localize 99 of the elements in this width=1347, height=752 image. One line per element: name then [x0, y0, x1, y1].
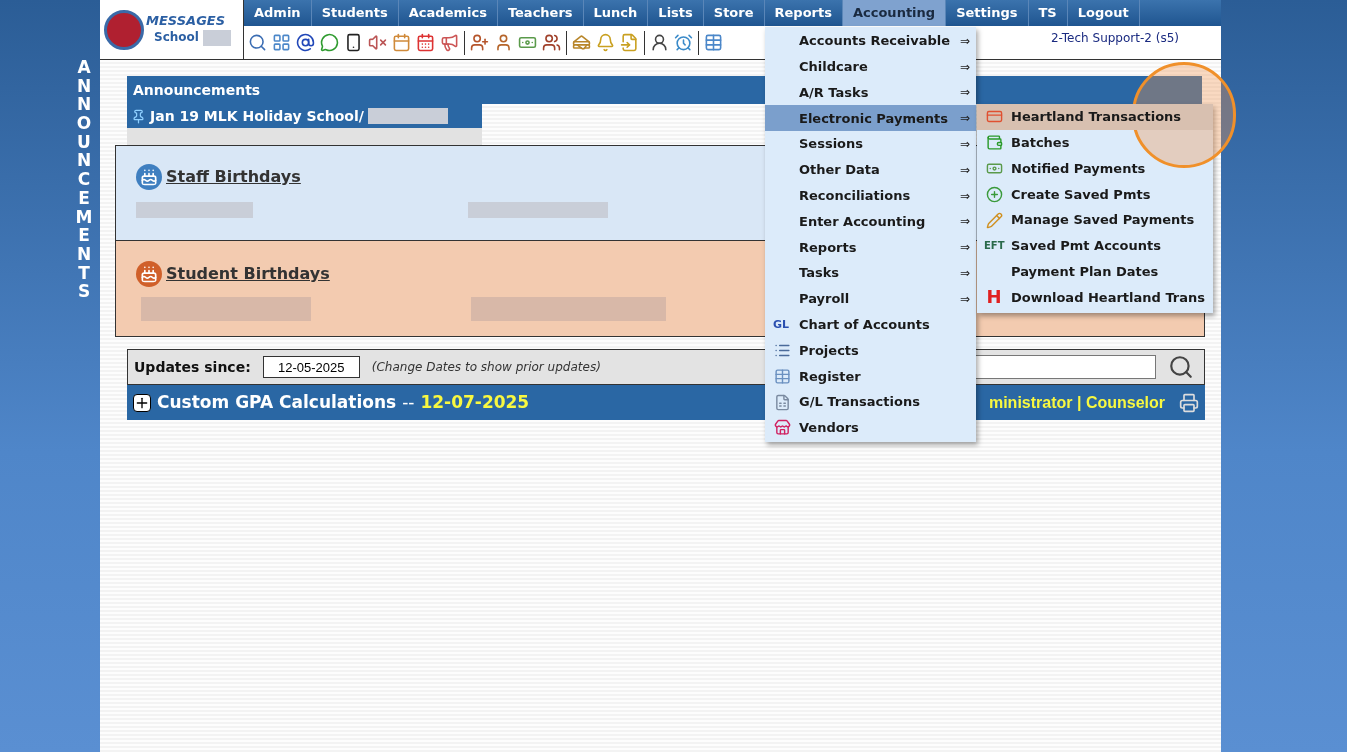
search-icon[interactable] — [248, 33, 267, 52]
submenu-item[interactable]: Manage Saved Payments — [977, 207, 1213, 233]
bell-icon[interactable] — [596, 33, 615, 52]
eft-icon: EFT — [984, 240, 1004, 251]
nav-tab[interactable]: Accounting — [842, 0, 947, 26]
nav-tab[interactable]: Lunch — [583, 0, 649, 26]
submenu-item[interactable]: Create Saved Pmts — [977, 181, 1213, 208]
submenu-item[interactable]: Payment Plan Dates — [977, 258, 1213, 285]
menu-item[interactable]: Tasks ⇒ — [765, 260, 976, 286]
person-icon[interactable] — [650, 33, 669, 52]
money-bag-icon — [985, 134, 1003, 152]
submenu-arrow: ⇒ — [959, 161, 970, 179]
pencil-icon — [985, 211, 1003, 229]
at-sign-icon[interactable] — [296, 33, 315, 52]
nav-tab[interactable]: TS — [1028, 0, 1068, 26]
mute-icon[interactable] — [368, 33, 387, 52]
user-add-icon[interactable] — [470, 33, 489, 52]
nav-tab[interactable]: Logout — [1067, 0, 1140, 26]
logo-brand: MESSAGES — [146, 13, 227, 30]
gpa-title[interactable]: Custom GPA Calculations — [157, 389, 397, 416]
nav-tab[interactable]: Settings — [946, 0, 1029, 26]
cake-icon — [136, 164, 162, 190]
updates-hint: (Change Dates to show prior updates) — [371, 359, 601, 376]
submenu-arrow: ⇒ — [959, 136, 970, 154]
submenu-arrow: ⇒ — [959, 110, 970, 128]
user-label: 2-Tech Support-2 (s5) — [1050, 30, 1179, 47]
menu-item[interactable]: G/L Transactions — [765, 389, 976, 415]
logo-school: School — [154, 30, 199, 46]
ledger-icon — [773, 393, 791, 411]
submenu-item[interactable]: H Download Heartland Trans — [977, 284, 1213, 311]
menu-item[interactable]: Vendors — [765, 414, 976, 441]
add-circle-icon — [985, 185, 1003, 203]
submenu-item[interactable]: Notified Payments — [977, 155, 1213, 182]
submenu-arrow: ⇒ — [959, 84, 970, 102]
nav-tab[interactable]: Academics — [398, 0, 498, 26]
announcements-title: Announcements — [133, 80, 261, 100]
student-birthdays-link[interactable]: Student Birthdays — [166, 262, 330, 286]
menu-item[interactable]: Payroll ⇒ — [765, 285, 976, 312]
pin-icon — [131, 108, 146, 124]
submenu-arrow: ⇒ — [959, 58, 970, 76]
chat-icon[interactable] — [320, 33, 339, 52]
printer-icon[interactable] — [1179, 392, 1199, 413]
menu-item[interactable]: GL Chart of Accounts — [765, 311, 976, 338]
grid-icon[interactable] — [272, 33, 291, 52]
cake-icon — [136, 261, 162, 287]
nav-tab[interactable]: Store — [703, 0, 765, 26]
calendar-icon[interactable] — [416, 33, 435, 52]
note-arrow-icon[interactable] — [620, 33, 639, 52]
submenu-arrow: ⇒ — [959, 187, 970, 205]
store-icon — [773, 419, 791, 437]
submenu-arrow: ⇒ — [959, 32, 970, 50]
menu-item[interactable]: Sessions ⇒ — [765, 131, 976, 157]
h-icon: H — [985, 288, 1003, 307]
expand-icon[interactable] — [133, 393, 151, 412]
nav-tab[interactable]: Reports — [764, 0, 843, 26]
nav-tab[interactable]: Teachers — [497, 0, 584, 26]
gpa-date: 12-07-2025 — [420, 390, 530, 414]
updates-label: Updates since: — [134, 357, 251, 377]
table-icon[interactable] — [704, 33, 723, 52]
menu-item[interactable]: Register — [765, 363, 976, 390]
announcement-item[interactable]: Jan 19 MLK Holiday School/ — [127, 104, 482, 128]
megaphone-icon[interactable] — [440, 33, 459, 52]
date-field[interactable]: 12-05-2025 — [262, 356, 360, 378]
nav-tab[interactable]: Lists — [648, 0, 704, 26]
vertical-announcements-label: ANNOUNCEMENTS — [75, 58, 93, 304]
logo[interactable]: MESSAGES School — [100, 0, 243, 59]
separator-text: -- — [402, 390, 415, 414]
calendar-icon[interactable] — [392, 33, 411, 52]
staff-birthdays-link[interactable]: Staff Birthdays — [166, 165, 301, 189]
user-icon[interactable] — [494, 33, 513, 52]
menu-item[interactable]: Other Data ⇒ — [765, 157, 976, 183]
gl-icon: GL — [773, 319, 791, 331]
submenu-arrow: ⇒ — [959, 290, 970, 308]
announcement-title: Jan 19 MLK Holiday School/ — [150, 106, 364, 126]
sandwich-icon[interactable] — [572, 33, 591, 52]
menu-item[interactable]: A/R Tasks ⇒ — [765, 79, 976, 106]
phone-icon[interactable] — [344, 33, 363, 52]
menu-item[interactable]: Reconciliations ⇒ — [765, 182, 976, 209]
menu-item[interactable]: Childcare ⇒ — [765, 53, 976, 80]
nav-tab[interactable]: Students — [311, 0, 399, 26]
nav-tab[interactable]: Admin — [244, 0, 312, 26]
menu-item[interactable]: Accounts Receivable ⇒ — [765, 28, 976, 54]
users-icon[interactable] — [542, 33, 561, 52]
search-icon[interactable] — [1168, 354, 1194, 380]
roles-text: ministrator | Counselor — [988, 392, 1165, 413]
table-icon — [773, 367, 791, 385]
menu-item[interactable]: Projects — [765, 337, 976, 364]
submenu-arrow: ⇒ — [959, 213, 970, 231]
redacted-block — [202, 29, 231, 46]
logo-mark-icon — [104, 9, 144, 50]
submenu-arrow: ⇒ — [959, 265, 970, 283]
menu-item[interactable]: Electronic Payments ⇒ — [765, 105, 976, 132]
menu-item[interactable]: Reports ⇒ — [765, 234, 976, 261]
submenu-arrow: ⇒ — [959, 239, 970, 257]
submenu-item[interactable]: Heartland Transactions — [977, 104, 1213, 130]
submenu-item[interactable]: Batches — [977, 129, 1213, 156]
menu-item[interactable]: Enter Accounting ⇒ — [765, 208, 976, 235]
alarm-clock-icon[interactable] — [674, 33, 693, 52]
submenu-item[interactable]: EFT Saved Pmt Accounts — [977, 233, 1213, 259]
